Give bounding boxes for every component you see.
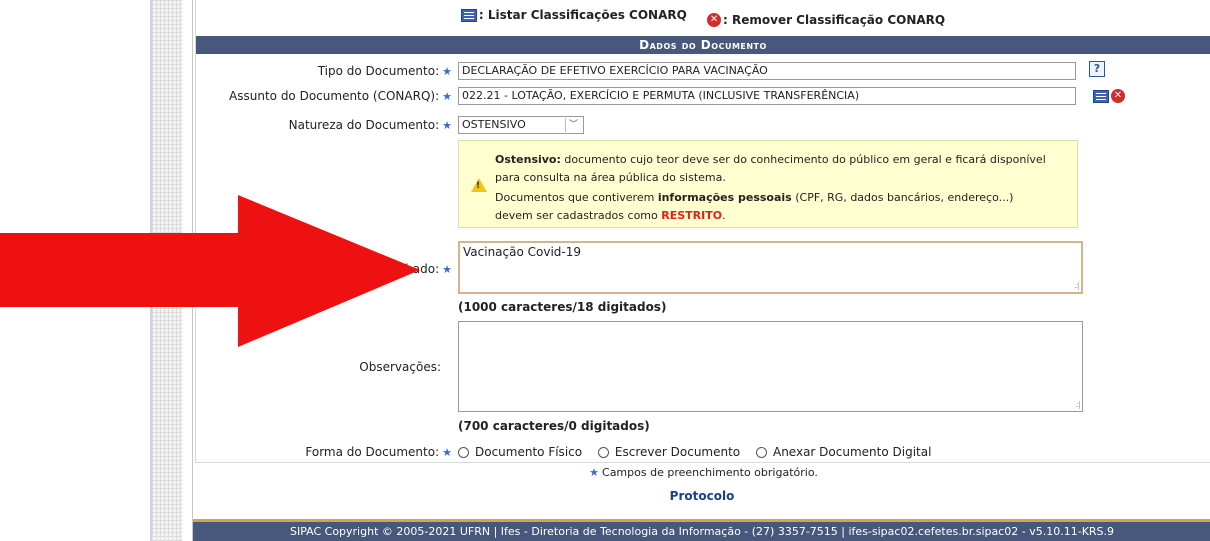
list-icon (460, 8, 477, 22)
radio-anexar-documento[interactable]: Anexar Documento Digital (755, 445, 932, 459)
warning-line-4: devem ser cadastrados como RESTRITO. (495, 209, 726, 222)
chevron-down-icon: ﹀ (565, 118, 581, 132)
warning-line-3: Documentos que contiverem informações pe… (495, 191, 1013, 204)
required-star-icon: ★ (442, 65, 452, 78)
tipo-input[interactable]: DECLARAÇÃO DE EFETIVO EXERCÍCIO PARA VAC… (458, 62, 1076, 80)
assunto-detalhado-counter: (1000 caracteres/18 digitados) (458, 300, 667, 314)
required-note-text: Campos de preenchimento obrigatório. (602, 466, 818, 479)
observacoes-textarea[interactable]: .:| (458, 321, 1083, 412)
remove-classification-link[interactable]: ✕ : Remover Classificação CONARQ (707, 12, 946, 27)
assunto-input[interactable]: 022.21 - LOTAÇÃO, EXERCÍCIO E PERMUTA (I… (458, 87, 1076, 105)
assunto-detalhado-value: Vacinação Covid-19 (463, 245, 582, 259)
warning-line-2: para consulta na área pública do sistema… (495, 171, 726, 184)
radio-circle-icon[interactable] (597, 446, 609, 458)
natureza-select[interactable]: OSTENSIVO ﹀ (458, 116, 584, 134)
warning-icon-mark: ! (476, 181, 481, 191)
list-icon[interactable] (1093, 90, 1109, 103)
list-classifications-label: : Listar Classificações CONARQ (478, 8, 687, 22)
help-icon[interactable]: ? (1089, 61, 1105, 77)
resize-grip-icon[interactable]: .:| (1075, 400, 1081, 409)
warning-text-4a: devem ser cadastrados como (495, 209, 662, 222)
radio-documento-fisico[interactable]: Documento Físico (458, 445, 582, 459)
warning-text-3a: Documentos que contiverem (495, 191, 658, 204)
required-star-icon: ★ (442, 119, 452, 132)
required-star-icon: ★ (442, 263, 452, 276)
red-arrow-annotation (0, 195, 420, 347)
resize-grip-icon[interactable]: .:| (1074, 281, 1080, 290)
radio-escrever-documento[interactable]: Escrever Documento (597, 445, 741, 459)
radio-label: Escrever Documento (614, 445, 741, 459)
warning-text-1: documento cujo teor deve ser do conhecim… (560, 153, 1046, 166)
required-star-icon: ★ (442, 446, 452, 459)
protocol-link[interactable]: Protocolo (193, 489, 1210, 503)
observacoes-counter: (700 caracteres/0 digitados) (458, 419, 650, 433)
restricted-label: RESTRITO (661, 209, 723, 222)
radio-label: Anexar Documento Digital (772, 445, 932, 459)
natureza-selected-value: OSTENSIVO (462, 118, 526, 131)
radio-label: Documento Físico (475, 445, 583, 459)
warning-text-4b: . (722, 209, 726, 222)
remove-icon[interactable]: ✕ (1111, 89, 1125, 103)
arrow-shape (0, 195, 420, 347)
required-star-icon: ★ (589, 466, 600, 479)
required-fields-note: ★ Campos de preenchimento obrigatório. (193, 466, 1210, 479)
observacoes-label: Observações: (359, 360, 441, 374)
warning-text-3b: (CPF, RG, dados bancários, endereço...) (791, 191, 1014, 204)
radio-circle-icon[interactable] (458, 446, 469, 458)
list-classifications-link[interactable]: : Listar Classificações CONARQ (460, 8, 687, 22)
warning-line-1: Ostensivo: documento cujo teor deve ser … (495, 153, 1046, 166)
remove-classification-label: : Remover Classificação CONARQ (723, 12, 946, 27)
assunto-detalhado-textarea[interactable]: Vacinação Covid-19 .:| (458, 241, 1083, 294)
warning-personal-info: informações pessoais (657, 191, 792, 204)
forma-label: Forma do Documento: ★ (196, 445, 452, 459)
forma-radio-group: Documento Físico Escrever Documento Anex… (458, 445, 943, 461)
footer-bar: SIPAC Copyright © 2005-2021 UFRN | Ifes … (193, 519, 1210, 541)
forma-label-text: Forma do Documento: (305, 445, 440, 459)
required-star-icon: ★ (442, 90, 452, 103)
warning-term: Ostensivo: (495, 153, 561, 166)
radio-circle-icon[interactable] (755, 446, 767, 458)
remove-icon: ✕ (707, 12, 722, 27)
privacy-warning: ! Ostensivo: documento cujo teor deve se… (458, 140, 1078, 228)
